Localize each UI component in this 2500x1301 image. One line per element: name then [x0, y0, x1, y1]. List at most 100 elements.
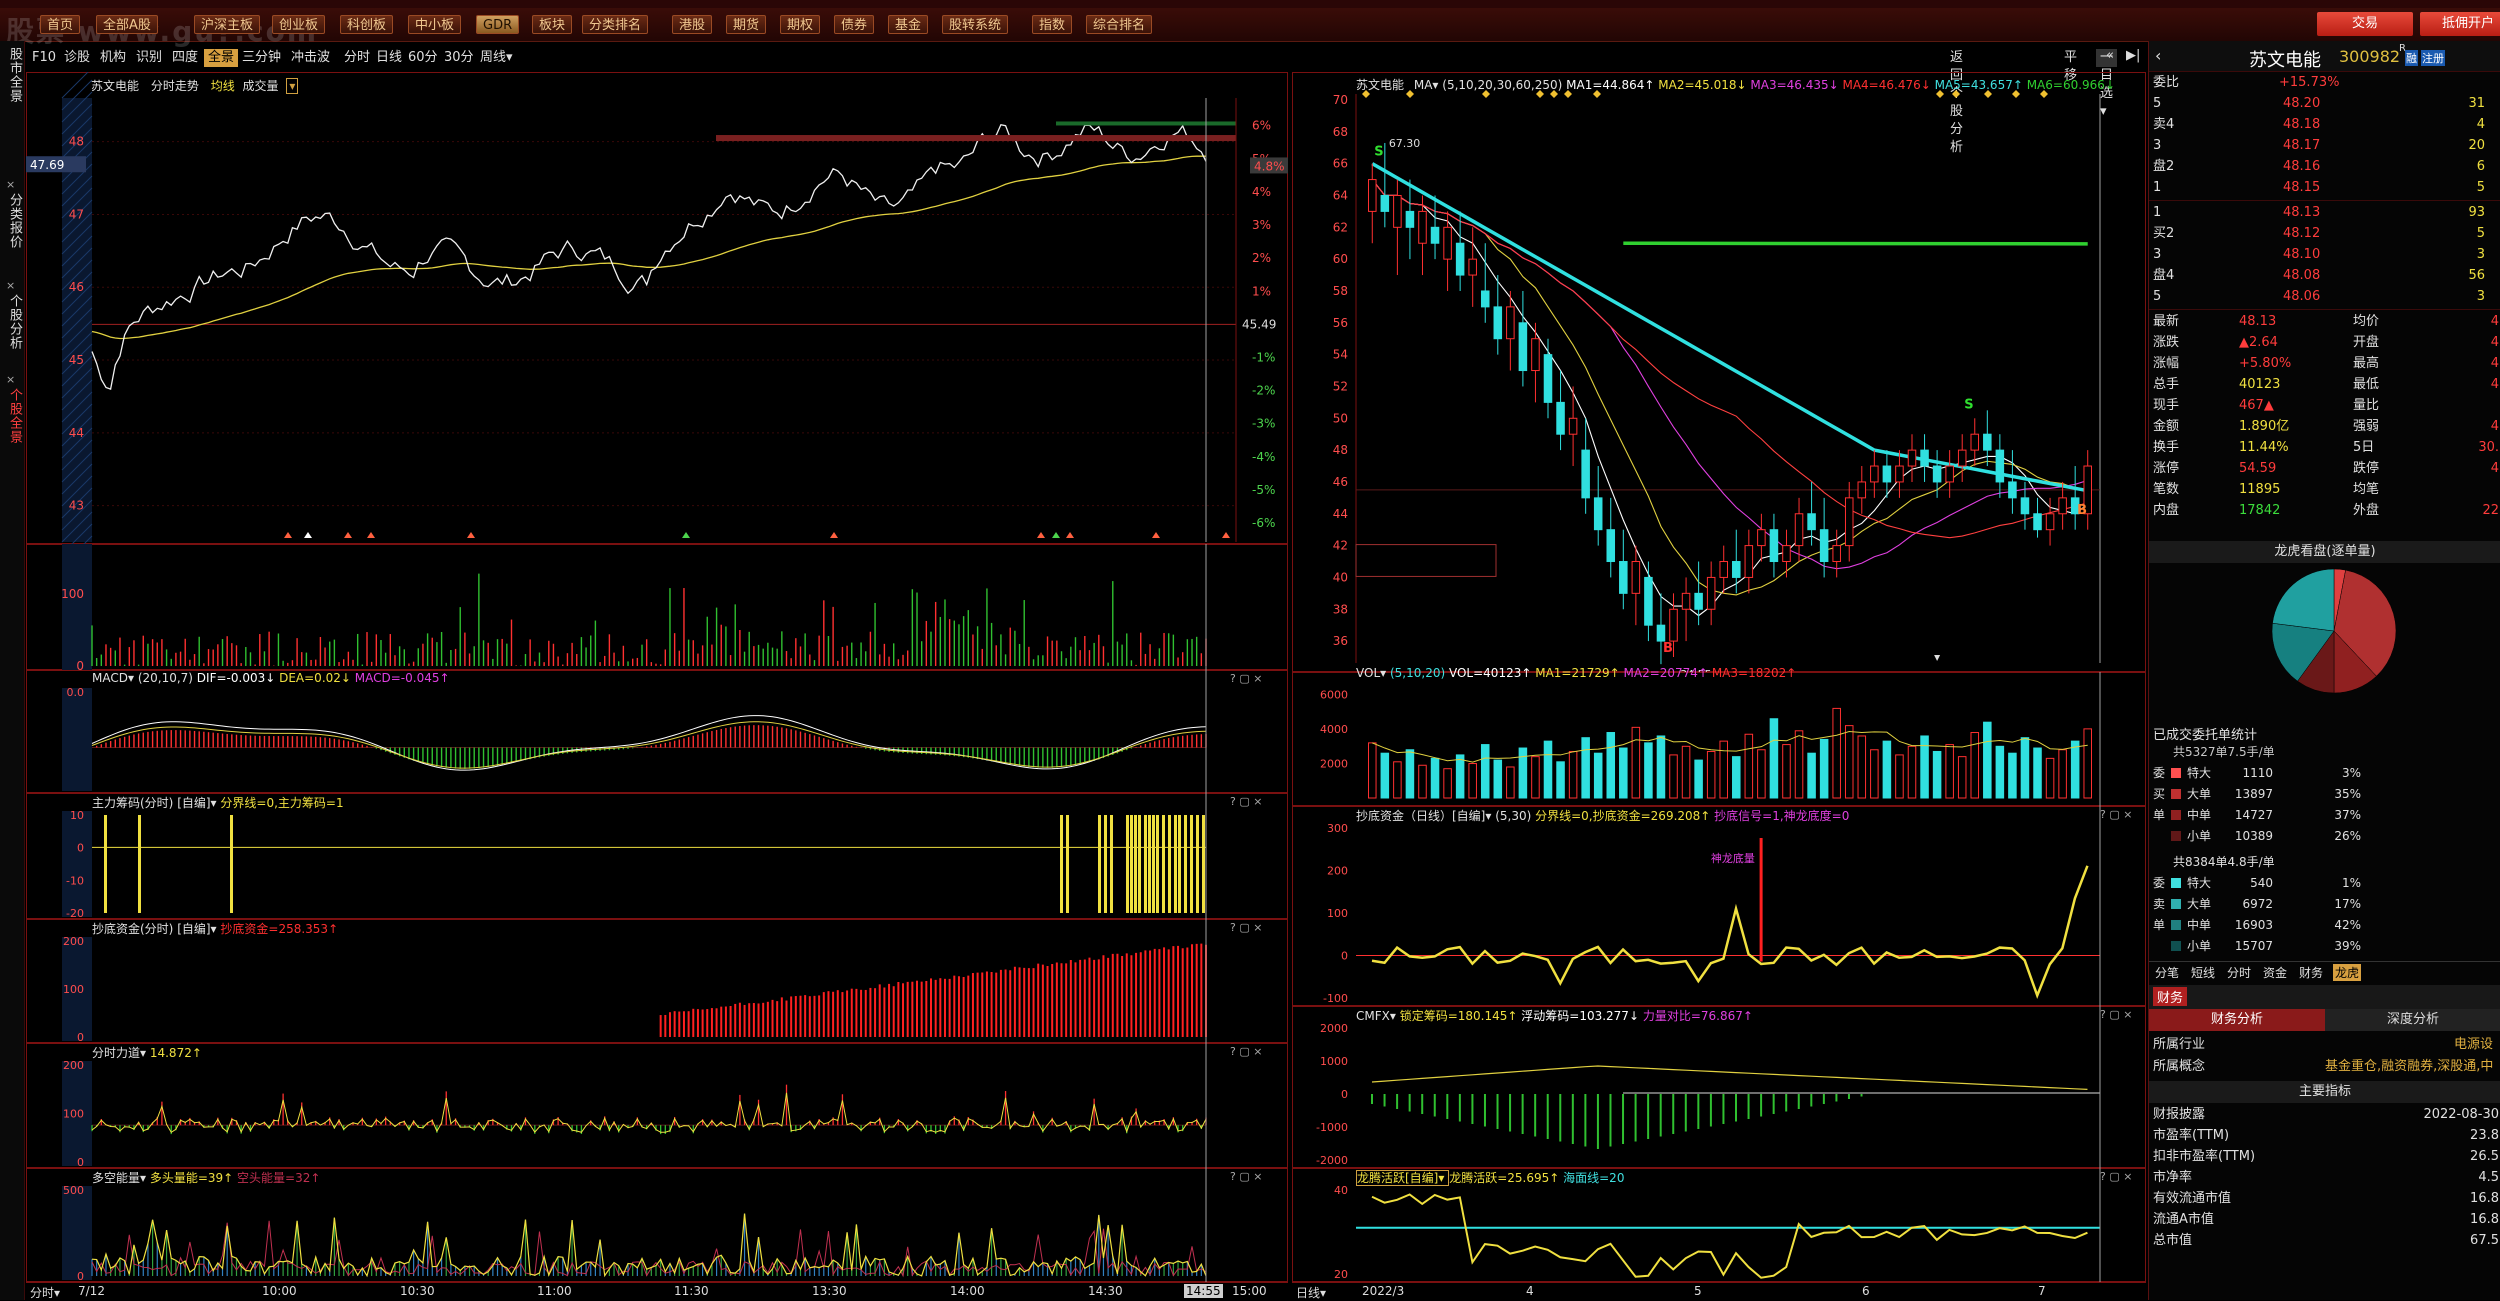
- nav-item-3[interactable]: 创业板: [272, 15, 326, 34]
- current-price-label: 47.69: [30, 158, 64, 172]
- nav-item-1[interactable]: 全部A股: [96, 15, 158, 34]
- pan-button[interactable]: 平移: [2064, 49, 2077, 83]
- quote-tab-2[interactable]: 分时: [2225, 964, 2253, 981]
- daily-volume-bar: [1907, 745, 1917, 799]
- level-volume: 31: [2468, 96, 2485, 111]
- time-tick-label: 11:30: [674, 1284, 709, 1298]
- price-tick-label: 43: [69, 499, 84, 513]
- intraday-price-chart[interactable]: 48474645444345.496%5%4%3%2%1%-1%-2%-3%-4…: [26, 72, 1288, 544]
- buy-level-row: 3 48.10 3: [2149, 245, 2500, 265]
- sell-order-row: 小单 15707 39%: [2149, 936, 2500, 956]
- order-percent: 37%: [2334, 808, 2361, 822]
- nav-item-5[interactable]: 中小板: [408, 15, 462, 34]
- quote-tab-5[interactable]: 龙虎: [2333, 964, 2362, 981]
- pct-tick-label: -5%: [1252, 483, 1275, 497]
- panorama-button[interactable]: 全景: [204, 49, 239, 67]
- order-volume: 16903: [2234, 918, 2273, 932]
- nav-item-16[interactable]: 综合排名: [1086, 15, 1153, 34]
- time-tick-label: 14:00: [950, 1284, 985, 1298]
- nav-item-11[interactable]: 期权: [780, 15, 821, 34]
- view-toolbar: F10 诊股 机构 识别 四度 全景 三分钟 冲击波 分时 日线 60分 30分…: [26, 45, 2118, 155]
- nav-item-6[interactable]: GDR: [476, 15, 520, 34]
- finance-tab[interactable]: 财务: [2153, 987, 2188, 1006]
- order-percent: 17%: [2334, 897, 2361, 911]
- kline-candle: [1455, 242, 1465, 276]
- indicator-label: 市盈率(TTM): [2153, 1128, 2230, 1143]
- f10-button[interactable]: F10: [32, 49, 56, 67]
- expand-icon[interactable]: ▶|: [2126, 48, 2140, 63]
- tab-close-icon[interactable]: ×: [6, 279, 15, 292]
- quote-tab-3[interactable]: 资金: [2261, 964, 2289, 981]
- tab-close-icon[interactable]: ×: [6, 373, 15, 386]
- indicator-value: 2022-08-30: [2423, 1107, 2499, 1122]
- kline-candle: [1694, 592, 1703, 610]
- nav-item-15[interactable]: 指数: [1032, 15, 1073, 34]
- tab-market-overview[interactable]: 股市全景: [2, 47, 22, 103]
- order-percent: 42%: [2334, 918, 2361, 932]
- nav-item-10[interactable]: 期货: [726, 15, 767, 34]
- institution-button[interactable]: 机构: [100, 49, 126, 67]
- nav-item-2[interactable]: 沪深主板: [194, 15, 261, 34]
- diagnose-button[interactable]: 诊股: [64, 49, 90, 67]
- period-30min[interactable]: 30分: [444, 49, 474, 67]
- quote-tab-4[interactable]: 财务: [2297, 964, 2325, 981]
- bottom-fund-line: [1371, 865, 2089, 999]
- kline-candle: [1656, 624, 1666, 642]
- nav-item-9[interactable]: 港股: [672, 15, 713, 34]
- order-percent: 35%: [2334, 787, 2361, 801]
- shockwave-button[interactable]: 冲击波: [291, 49, 330, 67]
- tab-close-icon[interactable]: ×: [6, 178, 15, 191]
- tab-category-quotes[interactable]: 分类报价: [2, 193, 22, 249]
- quote-tab-0[interactable]: 分笔: [2153, 964, 2181, 981]
- nav-item-4[interactable]: 科创板: [340, 15, 394, 34]
- daily-volume-bar: [1619, 747, 1628, 799]
- period-daily[interactable]: 日线: [376, 49, 402, 67]
- kline-candle: [1945, 465, 1954, 483]
- order-color-swatch: [2171, 768, 2181, 778]
- dragon-annotation: 神龙底量: [1711, 851, 1755, 865]
- level-price: 48.13: [2283, 205, 2321, 220]
- recognize-button[interactable]: 识别: [136, 49, 162, 67]
- open-account-button[interactable]: 抵佣开户: [2420, 12, 2500, 36]
- kline-candle: [1857, 481, 1867, 499]
- nav-item-7[interactable]: 板块: [532, 15, 573, 34]
- nav-item-12[interactable]: 债券: [834, 15, 875, 34]
- nav-item-8[interactable]: 分类排名: [582, 15, 649, 34]
- three-minute-button[interactable]: 三分钟: [242, 49, 281, 67]
- date-tick-label: 2022/3: [1362, 1284, 1405, 1298]
- price-tick-label: 46: [69, 280, 84, 294]
- finance-analysis-tab[interactable]: 财务分析: [2149, 1009, 2325, 1031]
- daily-volume-chart[interactable]: 6000 4000 2000: [1292, 672, 2146, 806]
- signal-marker: [1037, 532, 1045, 538]
- sell-summary: 共8384单4.8手/单: [2173, 855, 2275, 869]
- quote-tab-1[interactable]: 短线: [2189, 964, 2217, 981]
- kline-candle: [1907, 449, 1917, 467]
- intraday-volume-chart[interactable]: 100 0: [26, 544, 1288, 670]
- intraday-period-dropdown[interactable]: 分时▾: [30, 1284, 60, 1301]
- daily-kline-chart[interactable]: 70 68 66 64 62 60 58 56 54 52 50 48 46 44 42 40 38 36 67.3…: [1292, 72, 2146, 672]
- stat-row: 涨停 54.59 跌停 4: [2149, 459, 2500, 479]
- nav-item-13[interactable]: 基金: [888, 15, 929, 34]
- back-arrow-icon[interactable]: ‹: [2155, 46, 2161, 65]
- tab-stock-panorama[interactable]: 个股全景: [2, 388, 22, 444]
- trade-button[interactable]: 交易: [2317, 12, 2413, 36]
- period-60min[interactable]: 60分: [408, 49, 438, 67]
- nav-item-14[interactable]: 股转系统: [942, 15, 1009, 34]
- back-to-analysis-button[interactable]: 返回个股分析: [1950, 49, 1963, 155]
- daily-volume-bar: [1794, 730, 1804, 799]
- collapse-icon[interactable]: «: [2106, 48, 2114, 63]
- kline-candle: [1957, 449, 1967, 467]
- daily-volume-bar: [2058, 749, 2067, 799]
- nav-item-0[interactable]: 首页: [40, 15, 81, 34]
- quote-header: ‹ 苏文电能 300982 R 融 注册: [2149, 41, 2500, 72]
- buy-level-row: 盘4 48.08 56: [2149, 266, 2500, 286]
- indicator-value: 26.5: [2470, 1149, 2499, 1164]
- four-degree-button[interactable]: 四度: [172, 49, 198, 67]
- daily-period-dropdown[interactable]: 日线▾: [1296, 1284, 1326, 1301]
- deep-analysis-tab[interactable]: 深度分析: [2325, 1009, 2500, 1031]
- period-weekly[interactable]: 周线▾: [480, 49, 513, 67]
- kline-price-tick: 36: [1333, 634, 1348, 648]
- period-intraday[interactable]: 分时: [344, 49, 370, 67]
- tab-stock-analysis[interactable]: 个股分析: [2, 294, 22, 350]
- weibi-value: +15.73%: [2279, 75, 2340, 90]
